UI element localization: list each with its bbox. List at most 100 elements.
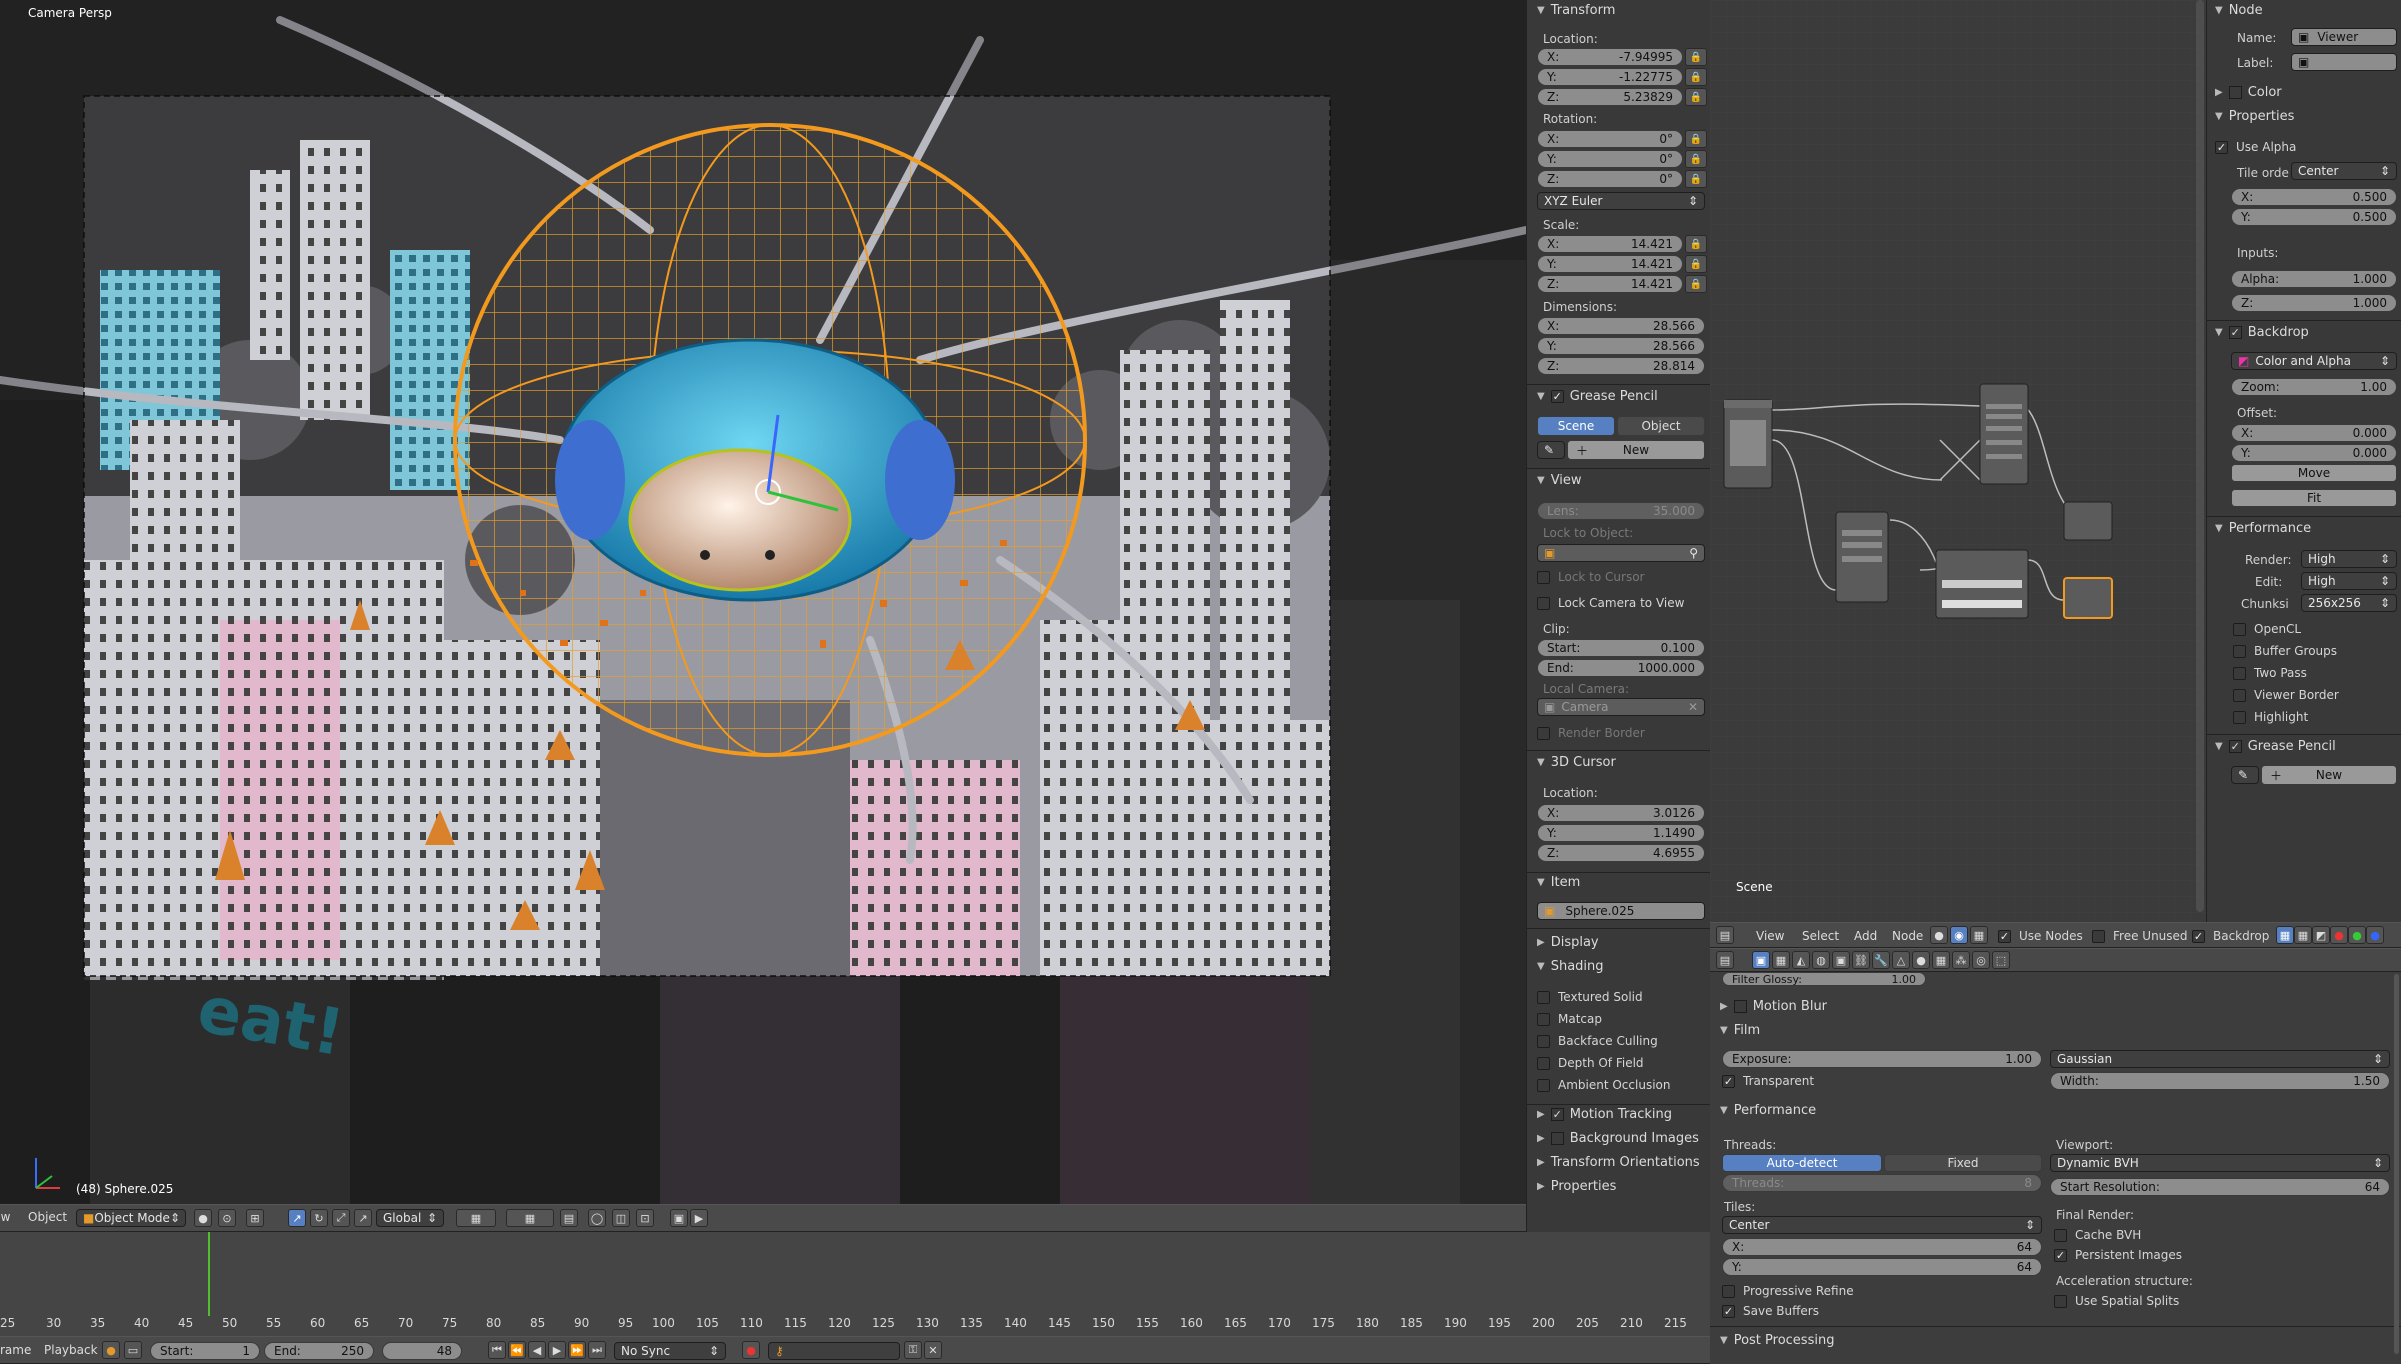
free-unused-checkbox[interactable]: Free Unused: [2092, 927, 2188, 945]
green-channel-icon[interactable]: ●: [2348, 926, 2366, 944]
constraints-icon[interactable]: ⛓: [1852, 951, 1870, 969]
scale-y-field[interactable]: Y: 14.421: [1537, 255, 1683, 273]
lock-icon[interactable]: 🔒: [1685, 235, 1707, 253]
location-x-field[interactable]: X: -7.94995: [1537, 48, 1683, 66]
scrolling-icon[interactable]: ⬚: [1992, 951, 2010, 969]
matcap-checkbox[interactable]: Matcap: [1537, 1010, 1602, 1028]
menu-node[interactable]: Node: [1892, 929, 1923, 943]
orientation-select[interactable]: Global ⇕: [376, 1209, 444, 1227]
edit-quality-select[interactable]: High ⇕: [2301, 572, 2397, 590]
offset-x-field[interactable]: X: 0.000: [2231, 424, 2397, 442]
checkbox[interactable]: ✓: [2228, 325, 2242, 339]
editor-type-icon[interactable]: ▤: [1716, 951, 1734, 969]
delete-key-icon[interactable]: ✕: [924, 1341, 942, 1359]
backdrop-rgba-icon[interactable]: ▦: [2276, 926, 2294, 944]
record-key-icon[interactable]: ●: [102, 1341, 120, 1359]
highlight-checkbox[interactable]: Highlight: [2233, 708, 2308, 726]
rotate-icon[interactable]: ↻: [310, 1209, 328, 1227]
progressive-refine-checkbox[interactable]: Progressive Refine: [1722, 1282, 1854, 1300]
scene-icon[interactable]: ◭: [1792, 951, 1810, 969]
world-icon[interactable]: ◍: [1812, 951, 1830, 969]
threads-auto-button[interactable]: Auto-detect: [1722, 1154, 1882, 1172]
data-icon[interactable]: △: [1892, 951, 1910, 969]
exposure-field[interactable]: Exposure: 1.00: [1722, 1050, 2042, 1068]
node-y-field[interactable]: Y: 0.500: [2231, 208, 2397, 226]
offset-y-field[interactable]: Y: 0.000: [2231, 444, 2397, 462]
mode-select[interactable]: ■ Object Mode ⇕: [76, 1209, 186, 1227]
editor-type-icon[interactable]: ▤: [1716, 926, 1734, 944]
lock-layer-icon[interactable]: ▤: [560, 1209, 578, 1227]
grease-pencil-header[interactable]: ▼ ✓ Grease Pencil: [1537, 386, 1658, 406]
menu-view[interactable]: View: [0, 1210, 10, 1224]
rotation-z-field[interactable]: Z: 0°: [1537, 170, 1683, 188]
menu-view[interactable]: View: [1756, 929, 1784, 943]
location-y-field[interactable]: Y: -1.22775: [1537, 68, 1683, 86]
move-button[interactable]: Move: [2231, 464, 2397, 482]
tile-order-select[interactable]: Center ⇕: [2291, 162, 2397, 180]
clip-end-field[interactable]: End: 1000.000: [1537, 659, 1705, 677]
proportional-icon[interactable]: ◯: [588, 1209, 606, 1227]
dimension-z-field[interactable]: Z: 28.814: [1537, 357, 1705, 375]
red-channel-icon[interactable]: ●: [2330, 926, 2348, 944]
post-processing-header[interactable]: ▼ Post Processing: [1720, 1330, 1834, 1350]
end-frame-field[interactable]: End: 250: [264, 1342, 374, 1360]
lock-icon[interactable]: 🔒: [1685, 68, 1707, 86]
scale-icon[interactable]: ⤢: [332, 1209, 350, 1227]
checkbox[interactable]: [1733, 999, 1747, 1013]
prev-key-icon[interactable]: ⏪: [508, 1341, 526, 1359]
keying-set-select[interactable]: ⚷: [768, 1342, 900, 1360]
snap-icon[interactable]: ◫: [612, 1209, 630, 1227]
orientation-arrow-icon[interactable]: ↗: [354, 1209, 372, 1227]
render-quality-select[interactable]: High ⇕: [2301, 550, 2397, 568]
tiles-order-select[interactable]: Center ⇕: [1722, 1216, 2042, 1234]
jump-start-icon[interactable]: ⏮: [488, 1341, 506, 1359]
node-properties-header[interactable]: ▼ Properties: [2215, 106, 2294, 126]
menu-add[interactable]: Add: [1854, 929, 1877, 943]
textured-solid-checkbox[interactable]: Textured Solid: [1537, 988, 1643, 1006]
opencl-checkbox[interactable]: OpenCL: [2233, 620, 2301, 638]
cursor-header[interactable]: ▼ 3D Cursor: [1537, 752, 1616, 772]
shading-header[interactable]: ▼ Shading: [1537, 956, 1604, 976]
play-reverse-icon[interactable]: ◀: [528, 1341, 546, 1359]
shader-nodes-icon[interactable]: ●: [1930, 926, 1948, 944]
lock-icon[interactable]: 🔒: [1685, 150, 1707, 168]
sync-select[interactable]: No Sync ⇕: [614, 1342, 726, 1360]
transform-orientations-header[interactable]: ▶ Transform Orientations: [1537, 1152, 1700, 1172]
modifiers-icon[interactable]: 🔧: [1872, 951, 1890, 969]
lock-icon[interactable]: 🔒: [1685, 88, 1707, 106]
motion-tracking-header[interactable]: ▶ ✓ Motion Tracking: [1537, 1104, 1672, 1124]
transparent-checkbox[interactable]: ✓ Transparent: [1722, 1072, 1814, 1090]
checkbox[interactable]: [1550, 1131, 1564, 1145]
filter-glossy-field[interactable]: Filter Glossy: 1.00: [1722, 972, 1926, 986]
persistent-images-checkbox[interactable]: ✓ Persistent Images: [2054, 1246, 2182, 1264]
blue-channel-icon[interactable]: ●: [2366, 926, 2384, 944]
gp-scene-button[interactable]: Scene: [1537, 416, 1615, 436]
performance-render-header[interactable]: ▼ Performance: [1720, 1100, 1816, 1120]
dimension-y-field[interactable]: Y: 28.566: [1537, 337, 1705, 355]
lens-field[interactable]: Lens: 35.000: [1537, 502, 1705, 520]
use-nodes-checkbox[interactable]: ✓ Use Nodes: [1998, 927, 2083, 945]
compositor-nodes-icon[interactable]: ◉: [1950, 926, 1968, 944]
preview-range-icon[interactable]: ▭: [124, 1341, 142, 1359]
scale-z-field[interactable]: Z: 14.421: [1537, 275, 1683, 293]
backdrop-rgb-icon[interactable]: ▦: [2294, 926, 2312, 944]
menu-select[interactable]: Select: [1802, 929, 1839, 943]
render-border-checkbox[interactable]: Render Border: [1537, 724, 1645, 742]
rotation-x-field[interactable]: X: 0°: [1537, 130, 1683, 148]
cursor-x-field[interactable]: X: 3.0126: [1537, 804, 1705, 822]
lock-camera-checkbox[interactable]: Lock Camera to View: [1537, 594, 1684, 612]
backface-culling-checkbox[interactable]: Backface Culling: [1537, 1032, 1658, 1050]
checkbox[interactable]: ✓: [1550, 1107, 1564, 1121]
threads-field[interactable]: Threads: 8: [1722, 1174, 2042, 1192]
render-context-icon[interactable]: ▣: [1752, 951, 1770, 969]
current-frame-field[interactable]: 48: [382, 1342, 462, 1360]
render-layers-icon[interactable]: ▦: [1772, 951, 1790, 969]
translate-icon[interactable]: ↗: [288, 1209, 306, 1227]
properties-header[interactable]: ▶ Properties: [1537, 1176, 1616, 1196]
item-name-field[interactable]: ▣ Sphere.025: [1537, 902, 1705, 920]
save-buffers-checkbox[interactable]: ✓ Save Buffers: [1722, 1302, 1819, 1320]
lock-icon[interactable]: 🔒: [1685, 130, 1707, 148]
timeline[interactable]: 25 30 35 40 45 50 55 60 65 70 75 80 85 9…: [0, 1232, 1710, 1342]
manipulator-icon[interactable]: ⊞: [246, 1209, 264, 1227]
bvh-select[interactable]: Dynamic BVH ⇕: [2050, 1154, 2390, 1172]
